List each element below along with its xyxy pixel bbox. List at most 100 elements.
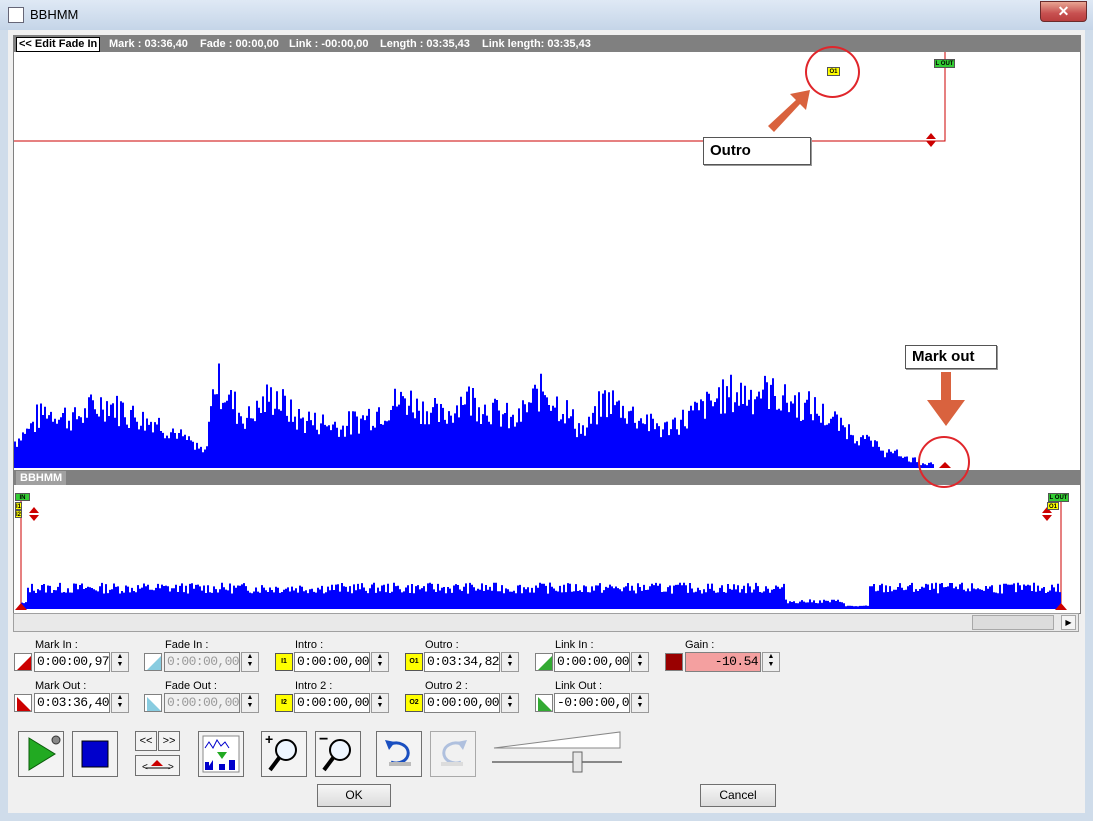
rewind-icon: <<	[139, 735, 153, 747]
stop-button[interactable]	[72, 731, 118, 777]
fade-out-icon	[144, 694, 162, 712]
gain-spinner[interactable]: ▲ ▼	[762, 652, 780, 672]
intro-icon: I1	[275, 653, 293, 671]
window-title: BBHMM	[30, 7, 79, 22]
mark-in-label: Mark In :	[35, 639, 78, 651]
waveform-view-button[interactable]	[198, 731, 244, 777]
cancel-button[interactable]: Cancel	[700, 784, 776, 807]
fade-out-spinner[interactable]: ▲ ▼	[241, 693, 259, 713]
intro2-field[interactable]: 0:00:00,00	[294, 693, 370, 713]
intro-spinner[interactable]: ▲ ▼	[371, 652, 389, 672]
zoom-out-icon: −	[319, 731, 351, 772]
redo-button[interactable]	[430, 731, 476, 777]
link-in-spinner[interactable]: ▲ ▼	[631, 652, 649, 672]
gain-field[interactable]: -10.54	[685, 652, 761, 672]
outro2-label: Outro 2 :	[425, 680, 468, 692]
link-in-icon	[535, 653, 553, 671]
waveform-overview	[21, 582, 1061, 609]
fade-handle	[926, 133, 936, 147]
svg-text:−: −	[319, 732, 328, 748]
link-out-marker[interactable]: L OUT	[934, 59, 955, 68]
outro-icon: O1	[405, 653, 423, 671]
mark-out-icon	[14, 694, 32, 712]
mark-out-field[interactable]: 0:03:36,40	[34, 693, 110, 713]
link-in-label: Link In :	[555, 639, 594, 651]
link-out-icon	[535, 694, 553, 712]
app-icon	[8, 7, 24, 23]
fade-out-label: Fade Out :	[165, 680, 217, 692]
link-info: Link : -00:00,00	[289, 38, 369, 50]
mark-out-callout: Mark out	[905, 345, 997, 369]
fade-in-label: Fade In :	[165, 639, 209, 651]
intro2-spinner[interactable]: ▲ ▼	[371, 693, 389, 713]
fade-in-icon	[144, 653, 162, 671]
waveform-overview-canvas[interactable]	[14, 485, 1080, 613]
zoom-in-button[interactable]: +	[261, 731, 307, 777]
stop-icon	[81, 740, 109, 768]
title-bar: BBHMM ✕	[0, 0, 1093, 30]
link-length-info: Link length: 03:35,43	[482, 38, 591, 50]
forward-button[interactable]: >>	[158, 731, 180, 751]
intro2-label: Intro 2 :	[295, 680, 333, 692]
waveform-view-icon	[202, 735, 240, 773]
link-out-spinner[interactable]: ▲ ▼	[631, 693, 649, 713]
outro2-spinner[interactable]: ▲ ▼	[501, 693, 519, 713]
zoom-out-button[interactable]: −	[315, 731, 361, 777]
mark-in-marker[interactable]: IN	[15, 493, 30, 501]
jump-icon: < >	[142, 760, 174, 773]
mark-out-spinner[interactable]: ▲ ▼	[111, 693, 129, 713]
outro-callout: Outro	[703, 137, 811, 165]
play-button[interactable]	[18, 731, 64, 777]
fade-out-field[interactable]: 0:00:00,00	[164, 693, 240, 713]
fade-info: Fade : 00:00,00	[200, 38, 279, 50]
gain-label: Gain :	[685, 639, 715, 651]
fade-in-field[interactable]: 0:00:00,00	[164, 652, 240, 672]
mark-in-spinner[interactable]: ▲ ▼	[111, 652, 129, 672]
mark-info: Mark : 03:36,40	[109, 38, 188, 50]
link-out-label: Link Out :	[555, 680, 603, 692]
svg-text:+: +	[265, 732, 273, 747]
overview-panel[interactable]: BBHMM IN I1 I2 L OUT O1	[13, 470, 1081, 614]
zoom-in-icon: +	[265, 731, 297, 772]
link-out-marker-overview[interactable]: L OUT	[1048, 493, 1069, 502]
redo-icon	[441, 740, 467, 766]
play-icon	[28, 735, 61, 771]
scroll-thumb[interactable]	[972, 615, 1054, 630]
intro-label: Intro :	[295, 639, 324, 651]
mark-in-field[interactable]: 0:00:00,97	[34, 652, 110, 672]
jump-button[interactable]: < >	[135, 755, 180, 776]
volume-slider-thumb	[572, 751, 583, 773]
outro-arrow-icon	[768, 90, 810, 132]
outro-label: Outro :	[425, 639, 459, 651]
outro2-field[interactable]: 0:00:00,00	[424, 693, 500, 713]
intro2-icon: I2	[275, 694, 293, 712]
mark-out-label: Mark Out :	[35, 680, 87, 692]
close-button[interactable]: ✕	[1040, 1, 1087, 22]
ok-button[interactable]: OK	[317, 784, 391, 807]
fade-in-spinner[interactable]: ▲ ▼	[241, 652, 259, 672]
mark-out-highlight-circle	[918, 436, 970, 488]
length-info: Length : 03:35,43	[380, 38, 470, 50]
rewind-button[interactable]: <<	[135, 731, 157, 751]
scroll-right-arrow-icon[interactable]: ▶	[1061, 615, 1076, 630]
fade-in-handle	[29, 507, 39, 521]
intro-marker-i2[interactable]: I2	[15, 510, 22, 518]
link-out-field[interactable]: -0:00:00,00	[554, 693, 630, 713]
horizontal-scrollbar[interactable]: ▶	[13, 613, 1079, 632]
forward-icon: >>	[162, 735, 176, 747]
mark-out-arrow-icon	[927, 372, 965, 426]
outro-field[interactable]: 0:03:34,82	[424, 652, 500, 672]
edit-fade-in-button[interactable]: << Edit Fade In	[16, 37, 101, 52]
intro-field[interactable]: 0:00:00,00	[294, 652, 370, 672]
outro-spinner[interactable]: ▲ ▼	[501, 652, 519, 672]
intro-marker-i1[interactable]: I1	[15, 502, 22, 510]
editor-window: BBHMM ✕ << Edit Fade In Mark : 03:36,40 …	[0, 0, 1093, 821]
outro-marker-overview[interactable]: O1	[1047, 502, 1059, 510]
info-bar: << Edit Fade In Mark : 03:36,40 Fade : 0…	[14, 36, 1080, 52]
mark-in-icon	[14, 653, 32, 671]
outro2-icon: O2	[405, 694, 423, 712]
volume-slider[interactable]	[488, 728, 624, 776]
undo-button[interactable]	[376, 731, 422, 777]
link-in-field[interactable]: 0:00:00,00	[554, 652, 630, 672]
undo-icon	[385, 740, 411, 766]
